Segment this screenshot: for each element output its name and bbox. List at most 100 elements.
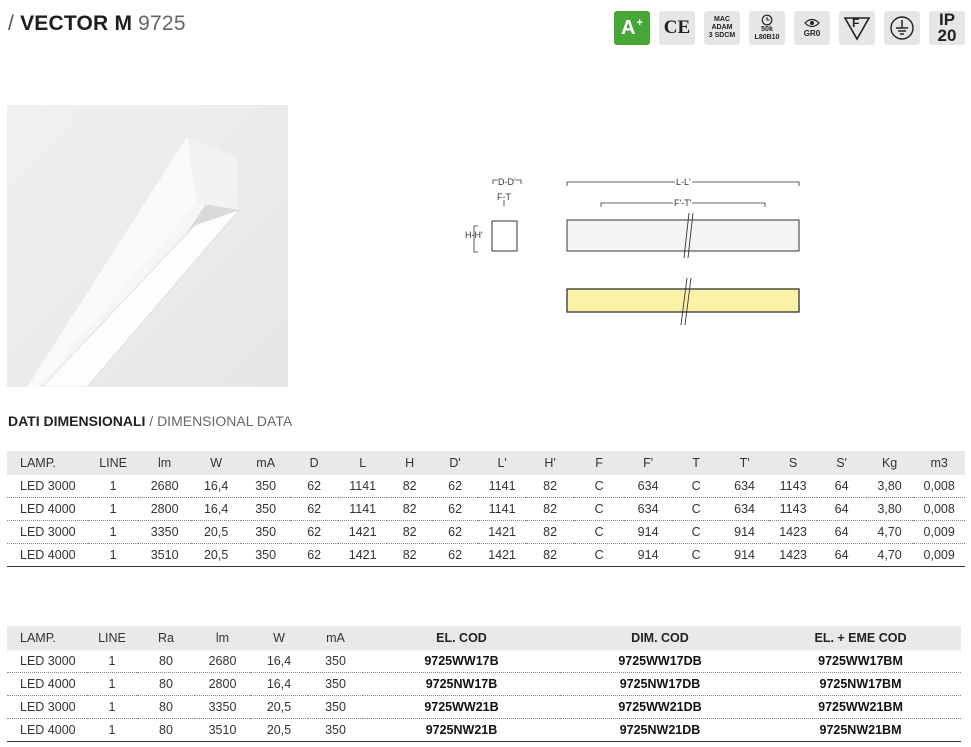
section-title-sub: / DIMENSIONAL DATA [145,413,293,429]
column-header: F [573,451,625,475]
column-header: Ra [137,626,195,650]
table-cell: 62 [432,543,478,567]
table-cell: 9725NW17BM [760,672,961,696]
table-cell: 16,4 [250,672,308,696]
table-cell: 80 [137,672,195,696]
table-cell: 3510 [195,718,250,742]
macadam-line-3: 3 SDCM [708,32,736,39]
table-cell: 80 [137,695,195,719]
table-cell: 82 [386,475,433,498]
lifetime-badge: 50k L80B10 [749,11,785,45]
table-cell: 0,009 [913,520,965,544]
column-header: W [250,626,308,650]
column-header: D' [432,451,478,475]
codes-table: LAMP. LINE Ra lm WmA EL. COD DIM. COD EL. + EME… [7,626,961,742]
table-cell: 64 [817,520,866,544]
photobiological-badge: GR0 [794,11,830,45]
column-header: LINE [87,451,139,475]
table-cell: 634 [720,497,769,521]
table-cell: 9725WW17B [363,650,560,673]
table-cell: LED 3000 [7,650,87,673]
table-row: LED 3000 1 2680 16,4 350 62 1141 82 62 1141 82 C 634… [7,475,965,498]
label-ftp: F'-T' [673,198,693,208]
table-cell: 64 [817,497,866,521]
table-cell: 634 [624,497,672,521]
table-cell: 1 [87,695,137,719]
dimension-diagram: D-D' F-T H-H' L-L' F'-T' [460,170,810,330]
table-cell: 914 [720,543,769,567]
table-cell: 9725NW21BM [760,718,961,742]
energy-class-plus: + [636,16,643,29]
table-cell: LED 4000 [7,672,87,696]
dimensional-data-table: LAMP. LINE lm WmA D L H D' L' H' F F' T T' S S' Kg m3 LED… [7,451,965,567]
table-cell: 9725WW21B [363,695,560,719]
ce-mark-badge: CE [659,11,695,45]
page-title: / VECTOR M 9725 [8,12,186,36]
product-name: VECTOR M [20,12,133,35]
column-header: L [338,451,387,475]
table-cell: 914 [624,520,672,544]
table-cell: C [573,520,625,544]
column-header: S' [817,451,866,475]
table-cell: 16,4 [190,497,242,521]
column-header: LAMP. [7,626,87,650]
f-mark-letter: F [852,16,860,30]
ce-mark-icon: CE [663,17,691,38]
table-cell: 62 [432,520,478,544]
table-cell: C [671,497,721,521]
column-header: L' [477,451,527,475]
table-cell: 1 [87,650,137,673]
column-header: T [671,451,721,475]
table-cell: 350 [241,543,290,567]
table-cell: 0,008 [913,475,965,498]
table-cell: 62 [432,497,478,521]
table-cell: 0,008 [913,497,965,521]
table-cell: LED 4000 [7,543,88,567]
table-cell: 82 [526,497,574,521]
column-header: F' [624,451,672,475]
table-cell: 1421 [338,543,387,567]
table-cell: 64 [817,475,866,498]
table-cell: LED 4000 [7,718,87,742]
column-header: m3 [913,451,965,475]
table-cell: 1141 [338,497,387,521]
table-cell: 9725NW17DB [560,672,760,696]
table-cell: 9725NW21DB [560,718,760,742]
label-ft: F-T [497,192,511,202]
table-cell: 9725WW21DB [560,695,760,719]
table-cell: LED 4000 [7,497,88,521]
table-cell: LED 3000 [7,475,88,498]
table-cell: 62 [289,475,339,498]
table-cell: 82 [526,475,574,498]
earth-class-badge [884,11,920,45]
table-row: LED 3000 1 3350 20,5 350 62 1421 82 62 1421 82 C 914… [7,520,965,544]
table-cell: 3,80 [865,475,914,498]
table-cell: 3350 [195,695,250,719]
table-cell: LED 3000 [7,520,88,544]
table-cell: 82 [526,520,574,544]
table-cell: 350 [241,497,290,521]
table-cell: 0,009 [913,543,965,567]
table-cell: 1423 [768,520,818,544]
macadam-line-2: ADAM [711,24,733,31]
table-cell: 1421 [477,520,527,544]
table-cell: 82 [386,520,433,544]
table-cell: 1143 [768,475,818,498]
table-header-row: LAMP. LINE lm WmA D L H D' L' H' F F' T T' S S' Kg m3 [7,451,965,475]
table-cell: 64 [817,543,866,567]
eye-icon [804,18,820,28]
table-cell: 1141 [338,475,387,498]
table-cell: 1421 [338,520,387,544]
table-cell: C [573,475,625,498]
table-cell: 2800 [138,497,191,521]
table-cell: 1423 [768,543,818,567]
table-cell: 1 [87,543,139,567]
label-ll: L-L' [675,177,692,187]
column-header: H' [526,451,574,475]
table-header-row: LAMP. LINE Ra lm WmA EL. COD DIM. COD EL. + EME… [7,626,961,650]
table-cell: 914 [720,520,769,544]
table-cell: 20,5 [190,520,242,544]
table-cell: 350 [308,672,363,696]
table-cell: 20,5 [250,695,308,719]
table-cell: C [671,543,721,567]
